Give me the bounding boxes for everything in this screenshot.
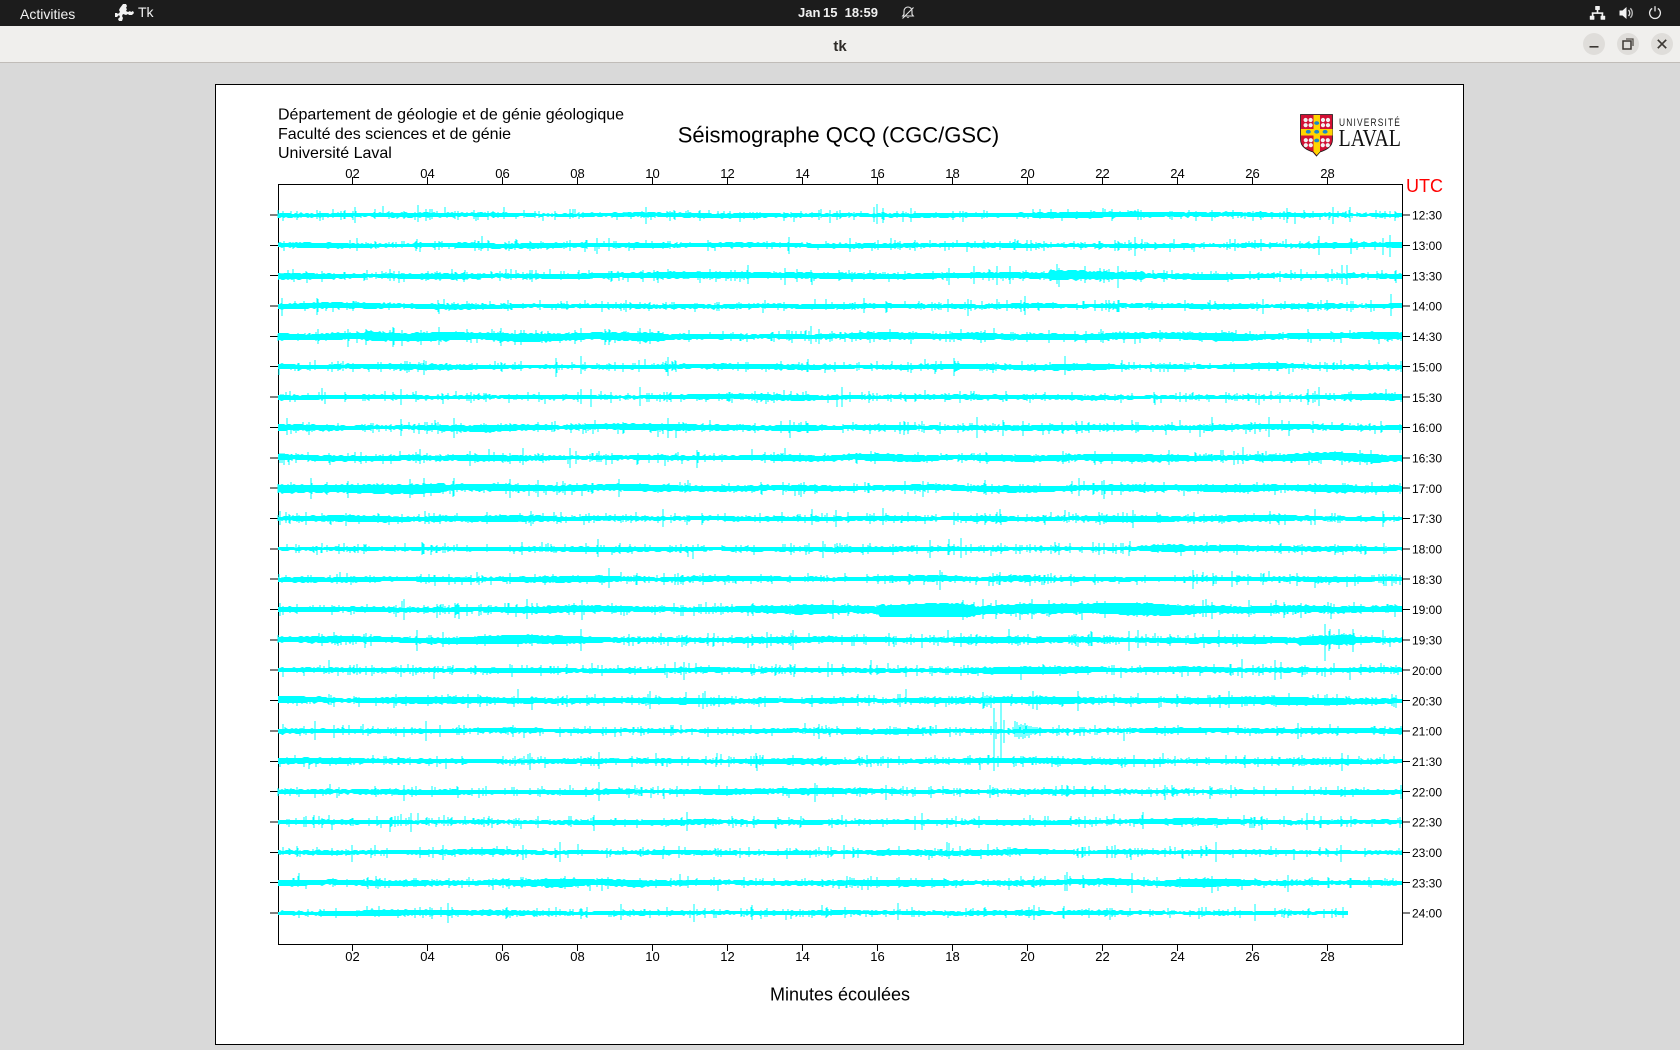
svg-text:10: 10: [645, 949, 659, 964]
svg-text:08: 08: [570, 949, 584, 964]
svg-text:04: 04: [420, 166, 434, 181]
svg-text:16:30: 16:30: [1412, 452, 1442, 466]
svg-text:16:00: 16:00: [1412, 421, 1442, 435]
svg-text:20: 20: [1020, 949, 1034, 964]
svg-text:10: 10: [645, 166, 659, 181]
svg-text:24: 24: [1170, 949, 1184, 964]
svg-text:06: 06: [495, 166, 509, 181]
svg-text:17:30: 17:30: [1412, 512, 1442, 526]
svg-text:12: 12: [720, 949, 734, 964]
svg-text:23:30: 23:30: [1412, 876, 1442, 890]
svg-text:20:30: 20:30: [1412, 694, 1442, 708]
svg-text:14: 14: [795, 949, 809, 964]
svg-text:15:30: 15:30: [1412, 391, 1442, 405]
svg-text:08: 08: [570, 166, 584, 181]
svg-text:15:00: 15:00: [1412, 360, 1442, 374]
svg-text:24: 24: [1170, 166, 1184, 181]
svg-text:19:00: 19:00: [1412, 603, 1442, 617]
svg-text:16: 16: [870, 166, 884, 181]
svg-text:21:30: 21:30: [1412, 755, 1442, 769]
svg-text:28: 28: [1320, 166, 1334, 181]
svg-text:23:00: 23:00: [1412, 846, 1442, 860]
svg-text:24:00: 24:00: [1412, 907, 1442, 921]
svg-text:14:30: 14:30: [1412, 330, 1442, 344]
svg-text:22: 22: [1095, 166, 1109, 181]
svg-text:26: 26: [1245, 949, 1259, 964]
svg-text:12:30: 12:30: [1412, 209, 1442, 223]
svg-text:21:00: 21:00: [1412, 725, 1442, 739]
svg-text:UTC: UTC: [1406, 176, 1443, 196]
svg-text:22:30: 22:30: [1412, 816, 1442, 830]
svg-text:LAVAL: LAVAL: [1339, 126, 1402, 152]
svg-text:20: 20: [1020, 166, 1034, 181]
svg-text:20:00: 20:00: [1412, 664, 1442, 678]
svg-text:19:30: 19:30: [1412, 634, 1442, 648]
svg-text:22: 22: [1095, 949, 1109, 964]
svg-text:04: 04: [420, 949, 434, 964]
svg-text:18:30: 18:30: [1412, 573, 1442, 587]
svg-text:Département de géologie et de: Département de géologie et de génie géol…: [278, 107, 624, 124]
svg-text:14:00: 14:00: [1412, 300, 1442, 314]
svg-text:14: 14: [795, 166, 809, 181]
svg-text:26: 26: [1245, 166, 1259, 181]
svg-text:18:00: 18:00: [1412, 543, 1442, 557]
svg-text:02: 02: [345, 949, 359, 964]
svg-text:12: 12: [720, 166, 734, 181]
svg-text:17:00: 17:00: [1412, 482, 1442, 496]
svg-text:Séismographe QCQ (CGC/GSC): Séismographe QCQ (CGC/GSC): [678, 123, 1000, 148]
svg-text:16: 16: [870, 949, 884, 964]
svg-text:22:00: 22:00: [1412, 785, 1442, 799]
svg-text:Faculté des sciences et de gén: Faculté des sciences et de génie: [278, 126, 511, 143]
svg-text:13:00: 13:00: [1412, 239, 1442, 253]
svg-text:06: 06: [495, 949, 509, 964]
svg-text:Université Laval: Université Laval: [278, 145, 392, 162]
svg-text:13:30: 13:30: [1412, 269, 1442, 283]
svg-text:18: 18: [945, 166, 959, 181]
svg-text:02: 02: [345, 166, 359, 181]
svg-text:18: 18: [945, 949, 959, 964]
svg-text:Minutes écoulées: Minutes écoulées: [770, 985, 910, 1005]
svg-text:28: 28: [1320, 949, 1334, 964]
